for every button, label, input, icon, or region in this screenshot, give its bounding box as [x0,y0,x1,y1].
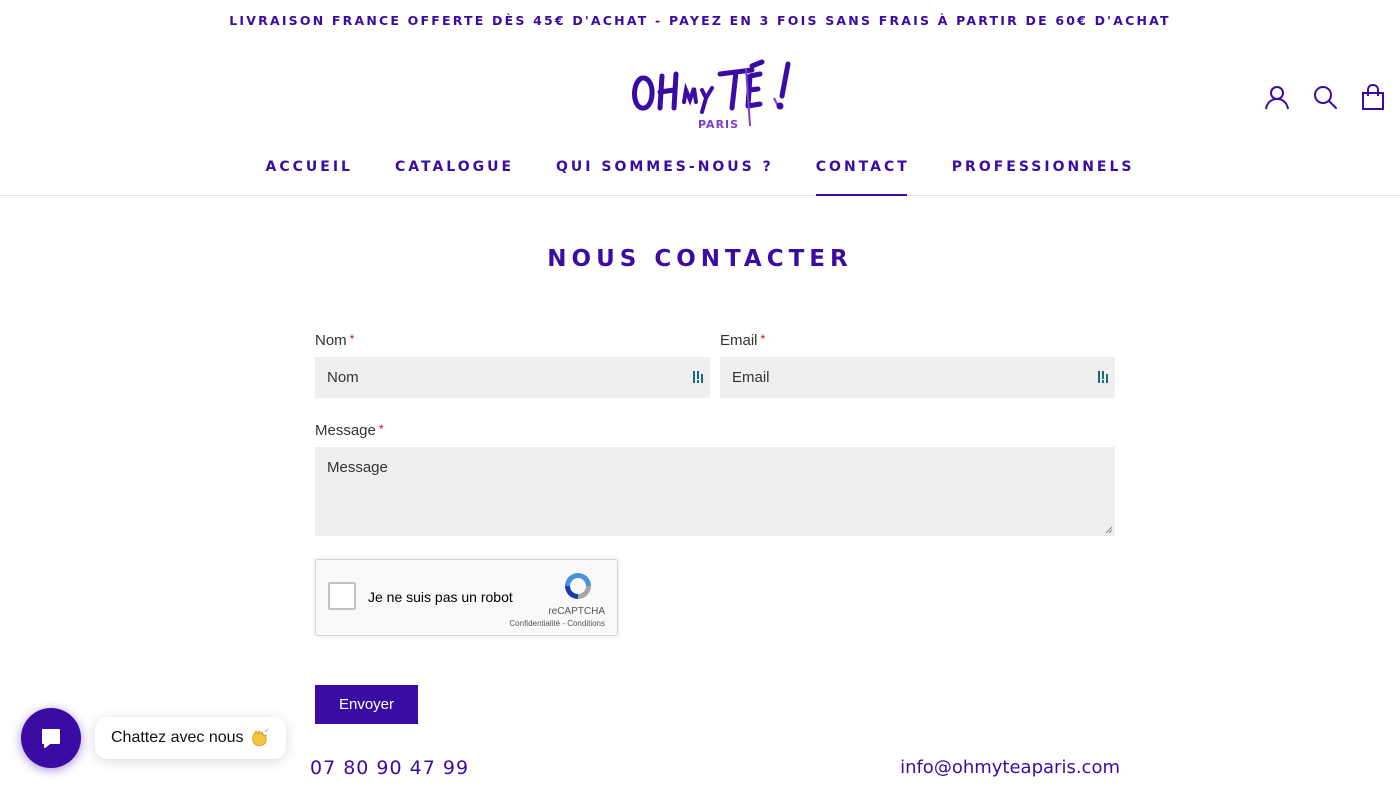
recaptcha-checkbox[interactable] [328,582,356,610]
password-manager-icon[interactable] [1097,370,1109,384]
contact-form: Nom * Nom Email * Email Message * Messag… [315,332,1115,536]
name-input[interactable]: Nom [315,357,710,398]
nav-item-accueil[interactable]: ACCUEIL [266,152,353,195]
header-icons [1264,84,1386,110]
email-input[interactable]: Email [720,357,1115,398]
chat-icon [42,729,60,748]
recaptcha-widget: Je ne suis pas un robot reCAPTCHA Confid… [315,559,618,636]
contact-email[interactable]: info@ohmyteaparis.com [900,757,1120,778]
required-mark: * [760,332,766,346]
recaptcha-logo-icon [565,573,591,599]
email-placeholder: Email [732,369,770,386]
chat-prompt-bubble[interactable]: Chattez avec nous [95,717,286,759]
required-mark: * [349,332,355,346]
name-placeholder: Nom [327,369,359,386]
nav-item-professionnels[interactable]: PROFESSIONNELS [952,152,1135,195]
nav-item-catalogue[interactable]: CATALOGUE [395,152,514,195]
message-textarea[interactable]: Message [315,447,1115,536]
message-placeholder: Message [327,459,388,476]
brand-logo[interactable]: PARIS [628,58,804,134]
page-title: NOUS CONTACTER [547,246,853,272]
contact-phone[interactable]: 07 80 90 47 99 [310,757,469,779]
account-icon[interactable] [1264,84,1290,110]
required-mark: * [378,422,384,436]
name-label: Nom * [315,332,355,349]
resize-grip-icon[interactable] [1105,526,1113,534]
announcement-bar: LIVRAISON FRANCE OFFERTE DÈS 45€ D'ACHAT… [229,12,1171,28]
chat-launcher-button[interactable] [21,708,81,768]
chat-prompt-label: Chattez avec nous [111,729,244,746]
recaptcha-links[interactable]: Confidentialité - Conditions [509,619,605,628]
submit-button[interactable]: Envoyer [315,685,418,724]
logo-subtext: PARIS [698,118,739,131]
waving-hand-icon [251,728,268,747]
cart-icon[interactable] [1360,84,1386,110]
recaptcha-label: Je ne suis pas un robot [368,589,513,605]
search-icon[interactable] [1312,84,1338,110]
password-manager-icon[interactable] [692,370,704,384]
recaptcha-brand: reCAPTCHA [548,606,605,617]
nav-item-contact[interactable]: CONTACT [815,152,910,196]
email-label: Email * [720,332,766,349]
message-label: Message * [315,422,384,439]
nav-item-qui-sommes-nous[interactable]: QUI SOMMES-NOUS ? [556,152,774,195]
main-nav: ACCUEIL CATALOGUE QUI SOMMES-NOUS ? CONT… [0,152,1400,196]
